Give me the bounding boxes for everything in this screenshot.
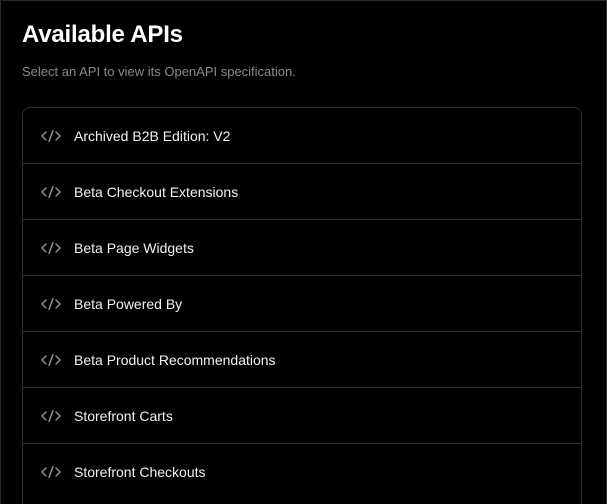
api-item-label: Archived B2B Edition: V2 [74,127,231,144]
code-icon [41,241,61,255]
api-item-label: Beta Product Recommendations [74,351,276,368]
api-item-label: Storefront Carts [74,407,173,424]
page-subtitle: Select an API to view its OpenAPI specif… [22,64,296,79]
api-item-label: Beta Checkout Extensions [74,183,239,200]
page-title: Available APIs [22,21,183,48]
code-icon [41,353,61,367]
code-icon [41,465,61,479]
api-item-storefront-checkouts[interactable]: Storefront Checkouts [23,444,581,500]
api-item-label: Beta Powered By [74,295,183,312]
api-item-label: Storefront Checkouts [74,464,206,480]
api-item-beta-product-recommendations[interactable]: Beta Product Recommendations [23,332,581,388]
api-item-beta-powered-by[interactable]: Beta Powered By [23,276,581,332]
code-icon [41,185,61,199]
api-item-beta-checkout-extensions[interactable]: Beta Checkout Extensions [23,164,581,220]
api-list: Archived B2B Edition: V2 Beta Checkout E… [22,107,582,504]
code-icon [41,129,61,143]
api-item-archived-b2b-edition-v2[interactable]: Archived B2B Edition: V2 [23,108,581,164]
api-item-label: Beta Page Widgets [74,239,194,256]
code-icon [41,297,61,311]
api-item-storefront-carts[interactable]: Storefront Carts [23,388,581,444]
api-item-beta-page-widgets[interactable]: Beta Page Widgets [23,220,581,276]
code-icon [41,409,61,423]
